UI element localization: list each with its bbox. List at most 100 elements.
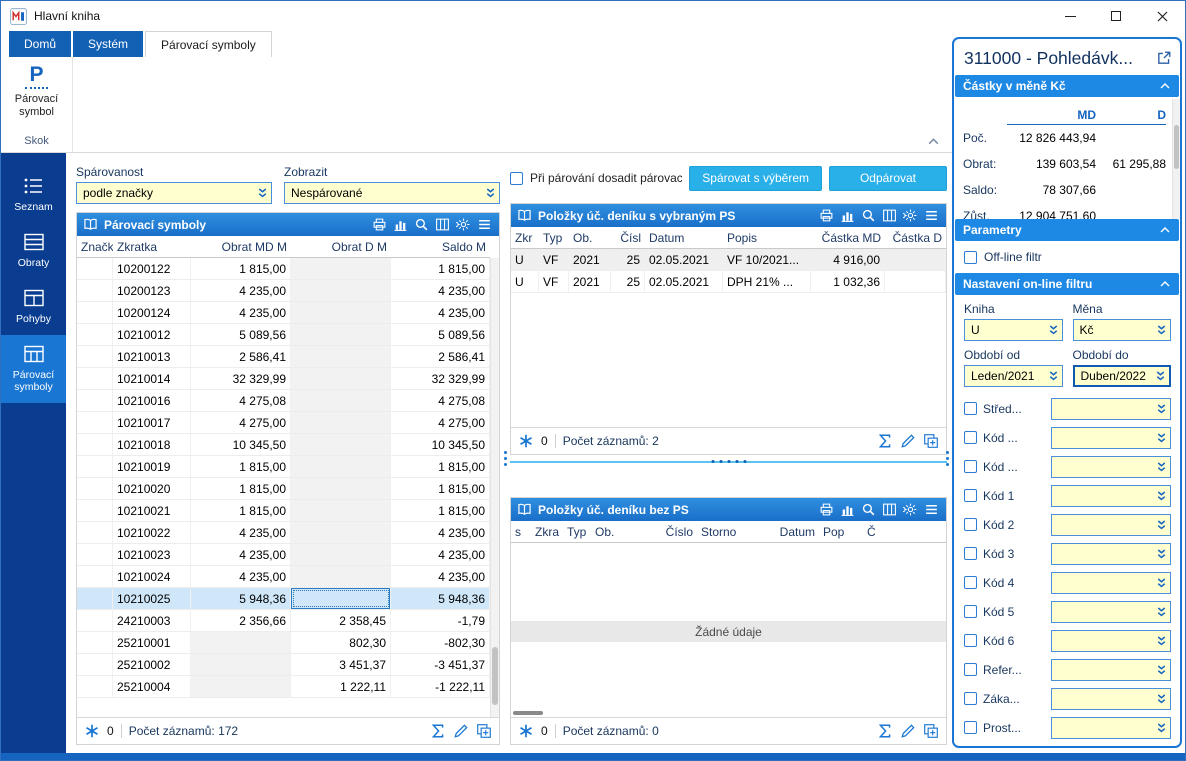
columns-icon[interactable] <box>882 208 897 223</box>
filter-checkbox[interactable] <box>964 663 977 676</box>
unpair-button[interactable]: Odpárovat <box>829 165 947 191</box>
filter-dropdown[interactable] <box>1051 687 1171 710</box>
filter-dropdown[interactable] <box>1051 542 1171 565</box>
filter-checkbox[interactable] <box>964 460 977 473</box>
vertical-splitter[interactable] <box>500 153 510 753</box>
table-row[interactable]: 10210024 4 235,00 4 235,00 <box>77 566 490 588</box>
table-row[interactable]: 10210020 1 815,00 1 815,00 <box>77 478 490 500</box>
refresh-icon[interactable] <box>518 433 534 449</box>
table-row[interactable]: 25210002 3 451,37 -3 451,37 <box>77 654 490 676</box>
maximize-button[interactable] <box>1093 1 1139 31</box>
column-header-typ[interactable]: Typ <box>563 525 591 539</box>
amounts-section-header[interactable]: Částky v měně Kč <box>955 75 1179 97</box>
search-icon[interactable] <box>414 217 429 232</box>
column-header-ob[interactable]: Ob. <box>569 231 611 245</box>
refresh-icon[interactable] <box>518 723 534 739</box>
search-icon[interactable] <box>861 502 876 517</box>
table-row[interactable]: 10210023 4 235,00 4 235,00 <box>77 544 490 566</box>
pairing-substitute-checkbox[interactable] <box>510 171 523 185</box>
ribbon-collapse-icon[interactable] <box>927 137 940 146</box>
column-header-zkratka[interactable]: Zkratka <box>113 240 191 254</box>
sidebar-item-pohyby[interactable]: Pohyby <box>1 279 66 335</box>
obdobi-do-dropdown[interactable]: Duben/2022 <box>1072 365 1171 387</box>
copy-icon[interactable] <box>476 723 492 739</box>
filter-checkbox[interactable] <box>964 605 977 618</box>
column-header-zkr[interactable]: Zkr <box>511 231 539 245</box>
column-header-storno[interactable]: Storno <box>697 525 749 539</box>
edit-icon[interactable] <box>900 723 916 739</box>
offline-filter-checkbox[interactable] <box>964 250 977 264</box>
table-row[interactable]: 10210017 4 275,00 4 275,00 <box>77 412 490 434</box>
menu-icon[interactable] <box>924 208 939 223</box>
column-header-saldo-m[interactable]: Saldo M <box>391 240 490 254</box>
edit-icon[interactable] <box>900 433 916 449</box>
table-row[interactable]: 24210003 2 356,66 2 358,45 -1,79 <box>77 610 490 632</box>
column-header-obrat-md-m[interactable]: Obrat MD M <box>191 240 291 254</box>
scrollbar-thumb[interactable] <box>1174 125 1179 169</box>
filter-checkbox[interactable] <box>964 692 977 705</box>
filter-checkbox[interactable] <box>964 547 977 560</box>
columns-icon[interactable] <box>435 217 450 232</box>
table-row[interactable]: 10210021 1 815,00 1 815,00 <box>77 500 490 522</box>
print-icon[interactable] <box>819 208 834 223</box>
table-row[interactable]: 10210014 32 329,99 32 329,99 <box>77 368 490 390</box>
table-row[interactable]: 10210025 5 948,36 5 948,36 <box>77 588 490 610</box>
filter-checkbox[interactable] <box>964 721 977 734</box>
filter-dropdown[interactable] <box>1051 513 1171 536</box>
table-row[interactable]: U VF 2021 25 02.05.2021 DPH 21% ... 1 032,36 <box>511 271 946 293</box>
sum-icon[interactable] <box>877 723 893 739</box>
column-header-pop[interactable]: Pop <box>819 525 863 539</box>
table-row[interactable]: 10210012 5 089,56 5 089,56 <box>77 324 490 346</box>
close-button[interactable] <box>1139 1 1185 31</box>
column-header-popis[interactable]: Popis <box>723 231 811 245</box>
minimize-button[interactable] <box>1047 1 1093 31</box>
filter-dropdown[interactable] <box>1051 600 1171 623</box>
column-header-cisl[interactable]: Čísl <box>611 231 645 245</box>
online-filter-section-header[interactable]: Nastavení on-line filtru <box>955 273 1179 295</box>
copy-icon[interactable] <box>923 433 939 449</box>
filter-checkbox[interactable] <box>964 518 977 531</box>
filter-checkbox[interactable] <box>964 431 977 444</box>
sparovanost-dropdown[interactable]: podle značky <box>76 182 272 204</box>
filter-dropdown[interactable] <box>1051 484 1171 507</box>
table-row[interactable]: 10210013 2 586,41 2 586,41 <box>77 346 490 368</box>
mena-dropdown[interactable]: Kč <box>1072 319 1171 341</box>
chart-icon[interactable] <box>393 217 408 232</box>
search-icon[interactable] <box>861 208 876 223</box>
table-row[interactable]: 10200123 4 235,00 4 235,00 <box>77 280 490 302</box>
sum-icon[interactable] <box>430 723 446 739</box>
table-row[interactable]: 10210022 4 235,00 4 235,00 <box>77 522 490 544</box>
columns-icon[interactable] <box>882 502 897 517</box>
obdobi-od-dropdown[interactable]: Leden/2021 <box>964 365 1063 387</box>
filter-dropdown[interactable] <box>1051 571 1171 594</box>
table-row[interactable]: 10210019 1 815,00 1 815,00 <box>77 456 490 478</box>
refresh-icon[interactable] <box>84 723 100 739</box>
popout-icon[interactable] <box>1156 50 1172 66</box>
settings-icon[interactable] <box>903 502 918 517</box>
column-header-c[interactable]: Č <box>863 525 946 539</box>
column-header-ob[interactable]: Ob. <box>591 525 647 539</box>
filter-dropdown[interactable] <box>1051 658 1171 681</box>
table-row[interactable]: U VF 2021 25 02.05.2021 VF 10/2021... 4 916,00 <box>511 249 946 271</box>
table-row[interactable]: 25210004 1 222,11 -1 222,11 <box>77 676 490 698</box>
sum-icon[interactable] <box>877 433 893 449</box>
edit-icon[interactable] <box>453 723 469 739</box>
filter-dropdown[interactable] <box>1051 716 1171 739</box>
chart-icon[interactable] <box>840 502 855 517</box>
filter-checkbox[interactable] <box>964 489 977 502</box>
sidebar-item-parovaci-symboly[interactable]: Párovací symboly <box>1 335 66 403</box>
horizontal-splitter[interactable] <box>510 455 947 469</box>
filter-dropdown[interactable] <box>1051 629 1171 652</box>
ribbon-tab-parovaci-symboly[interactable]: Párovací symboly <box>145 31 272 57</box>
column-header-castka-md[interactable]: Částka MD <box>811 231 885 245</box>
kniha-dropdown[interactable]: U <box>964 319 1063 341</box>
filter-checkbox[interactable] <box>964 402 977 415</box>
table-row[interactable]: 10210016 4 275,08 4 275,08 <box>77 390 490 412</box>
pairing-symbol-button[interactable]: P Párovací symbol <box>1 57 72 135</box>
column-header-datum[interactable]: Datum <box>749 525 819 539</box>
menu-icon[interactable] <box>924 502 939 517</box>
column-header-typ[interactable]: Typ <box>539 231 569 245</box>
filter-dropdown[interactable] <box>1051 455 1171 478</box>
print-icon[interactable] <box>819 502 834 517</box>
column-header-znacka[interactable]: Značka <box>77 240 113 254</box>
